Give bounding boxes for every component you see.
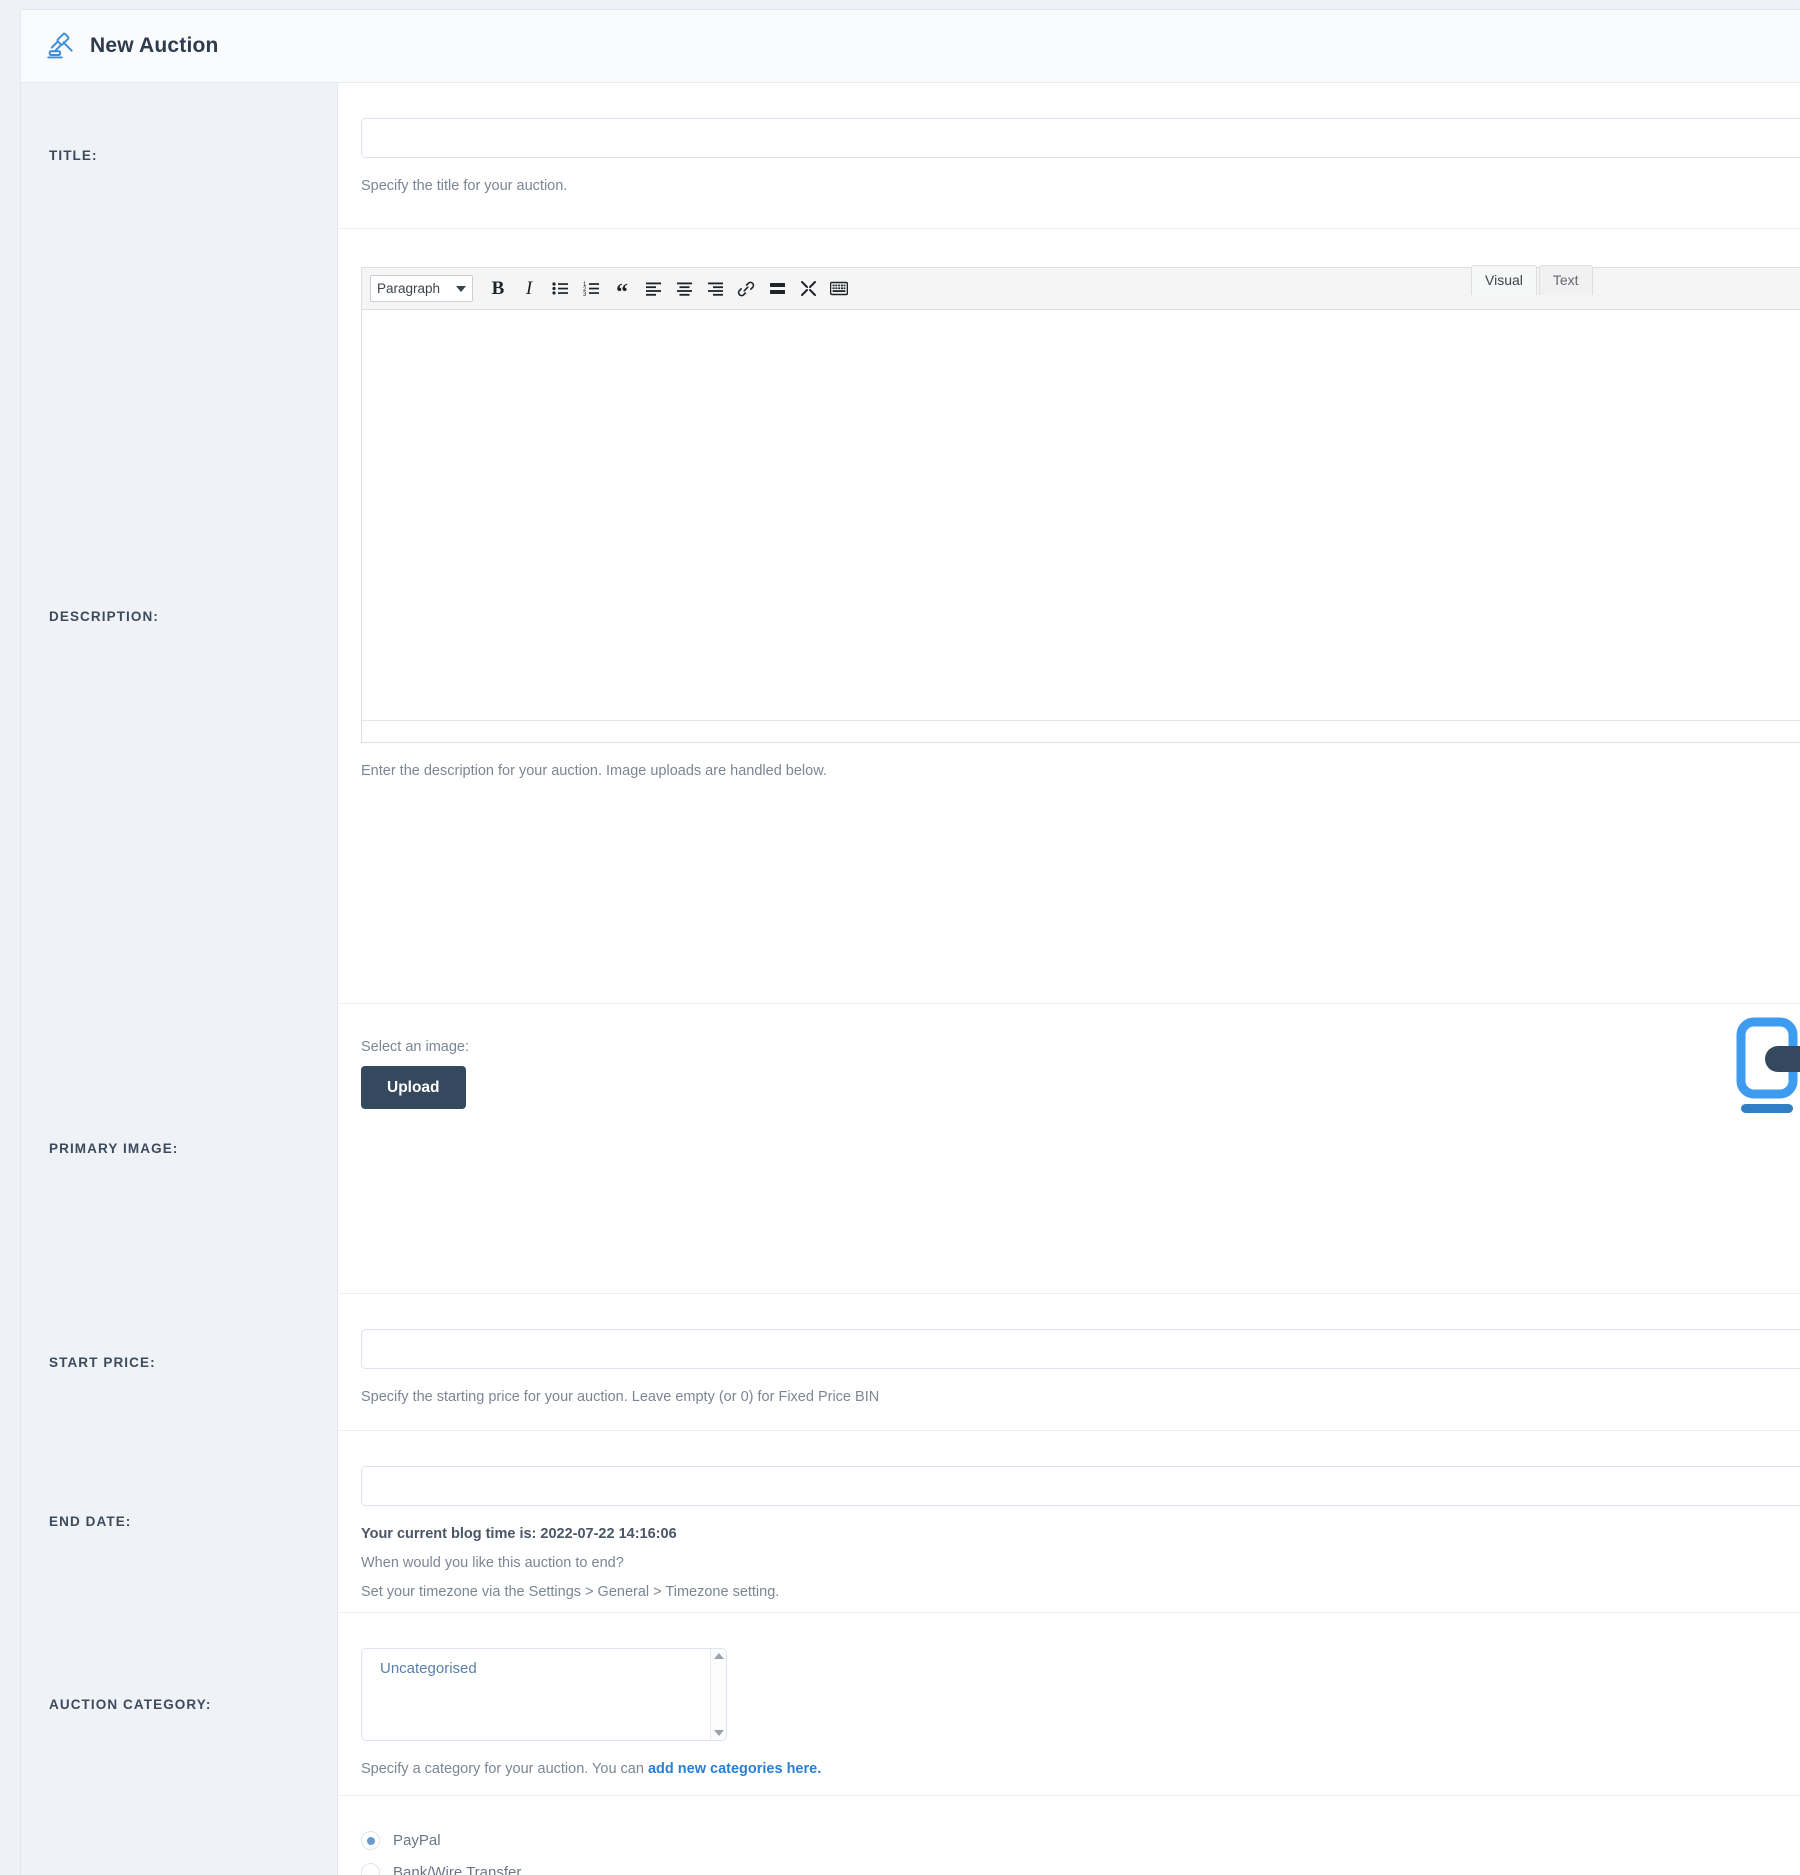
- category-option-uncategorised[interactable]: Uncategorised: [362, 1649, 726, 1677]
- add-new-categories-link[interactable]: add new categories here.: [648, 1761, 821, 1777]
- form-row-primary-image: PRIMARY IMAGE: Select an image: Upload: [21, 1004, 1800, 1294]
- scroll-down-icon[interactable]: [714, 1730, 724, 1736]
- description-help-text: Enter the description for your auction. …: [361, 761, 1800, 783]
- field-cell-title: Specify the title for your auction.: [338, 83, 1800, 228]
- page-title: New Auction: [90, 34, 219, 58]
- new-auction-card: New Auction TITLE: Specify the title for…: [20, 9, 1800, 1875]
- format-select[interactable]: Paragraph: [370, 275, 473, 302]
- chevron-down-icon: [456, 286, 466, 292]
- form-row-end-date: END DATE: Your current blog time is: 202…: [21, 1431, 1800, 1613]
- fullscreen-button[interactable]: [794, 275, 822, 303]
- field-label-start-price: START PRICE:: [49, 1355, 156, 1370]
- end-date-blog-time: Your current blog time is: 2022-07-22 14…: [361, 1524, 1800, 1546]
- keyboard-icon[interactable]: [825, 275, 853, 303]
- field-label-primary-image: PRIMARY IMAGE:: [49, 1141, 178, 1156]
- tab-visual[interactable]: Visual: [1471, 265, 1537, 295]
- description-editor: Visual Text Paragraph B I: [361, 264, 1800, 743]
- field-cell-description: Visual Text Paragraph B I: [338, 229, 1800, 1003]
- title-help-text: Specify the title for your auction.: [361, 176, 1800, 198]
- label-cell-auction-category: AUCTION CATEGORY:: [21, 1613, 338, 1795]
- field-label-title: TITLE:: [49, 148, 98, 163]
- app-page: New Auction TITLE: Specify the title for…: [0, 0, 1800, 1875]
- form-row-title: TITLE: Specify the title for your auctio…: [21, 83, 1800, 229]
- align-right-button[interactable]: [701, 275, 729, 303]
- end-date-input[interactable]: [361, 1466, 1800, 1506]
- form-row-payment-method: PayPal Bank/Wire Transfer: [21, 1796, 1800, 1875]
- auction-category-listbox[interactable]: Uncategorised: [361, 1648, 727, 1741]
- end-date-timezone-hint: Set your timezone via the Settings > Gen…: [361, 1582, 1800, 1604]
- tab-text[interactable]: Text: [1539, 265, 1593, 295]
- label-cell-end-date: END DATE:: [21, 1431, 338, 1612]
- numbered-list-button[interactable]: 1 2 3: [577, 275, 605, 303]
- auction-category-help-prefix: Specify a category for your auction. You…: [361, 1761, 648, 1777]
- field-label-end-date: END DATE:: [49, 1514, 131, 1529]
- align-left-button[interactable]: [639, 275, 667, 303]
- auction-form: TITLE: Specify the title for your auctio…: [21, 83, 1800, 1875]
- label-cell-start-price: START PRICE:: [21, 1294, 338, 1430]
- label-cell-primary-image: PRIMARY IMAGE:: [21, 1004, 338, 1293]
- editor-tab-list: Visual Text: [1471, 262, 1593, 294]
- field-cell-start-price: Specify the starting price for your auct…: [338, 1294, 1800, 1430]
- form-row-description: DESCRIPTION: Visual Text Paragraph: [21, 229, 1800, 1004]
- field-cell-auction-category: Uncategorised Specify a category for you…: [338, 1613, 1800, 1795]
- payment-option-label-paypal: PayPal: [393, 1832, 441, 1849]
- category-scrollbar[interactable]: [710, 1649, 726, 1740]
- field-cell-primary-image: Select an image: Upload: [338, 1004, 1800, 1293]
- title-input[interactable]: [361, 118, 1800, 158]
- label-cell-title: TITLE:: [21, 83, 338, 228]
- field-cell-payment-method: PayPal Bank/Wire Transfer: [338, 1796, 1800, 1875]
- form-row-start-price: START PRICE: Specify the starting price …: [21, 1294, 1800, 1431]
- bulleted-list-button[interactable]: [546, 275, 574, 303]
- field-label-description: DESCRIPTION:: [49, 609, 159, 624]
- upload-button[interactable]: Upload: [361, 1066, 466, 1109]
- start-price-help-text: Specify the starting price for your auct…: [361, 1387, 1800, 1409]
- label-cell-payment-method: [21, 1796, 338, 1875]
- field-cell-end-date: Your current blog time is: 2022-07-22 14…: [338, 1431, 1800, 1612]
- payment-option-paypal[interactable]: PayPal: [361, 1831, 1800, 1850]
- read-more-button[interactable]: [763, 275, 791, 303]
- start-price-input[interactable]: [361, 1329, 1800, 1369]
- align-center-button[interactable]: [670, 275, 698, 303]
- editor-status-bar: [362, 720, 1800, 742]
- radio-paypal[interactable]: [361, 1831, 380, 1850]
- editor-content-area[interactable]: [362, 310, 1800, 720]
- editor-box: Paragraph B I: [361, 267, 1800, 743]
- format-select-value: Paragraph: [377, 281, 440, 296]
- field-label-auction-category: AUCTION CATEGORY:: [49, 1697, 211, 1712]
- gavel-icon: [46, 31, 76, 61]
- bold-button[interactable]: B: [484, 275, 512, 303]
- card-header: New Auction: [21, 10, 1800, 83]
- svg-text:3: 3: [583, 292, 587, 297]
- insert-link-button[interactable]: [732, 275, 760, 303]
- end-date-question: When would you like this auction to end?: [361, 1553, 1800, 1575]
- radio-bank-wire[interactable]: [361, 1863, 380, 1875]
- payment-option-bank-wire[interactable]: Bank/Wire Transfer: [361, 1863, 1800, 1875]
- blockquote-button[interactable]: “: [608, 275, 636, 303]
- label-cell-description: DESCRIPTION:: [21, 229, 338, 1003]
- auction-category-help-text: Specify a category for your auction. You…: [361, 1759, 1800, 1781]
- scroll-up-icon[interactable]: [714, 1653, 724, 1659]
- italic-button[interactable]: I: [515, 275, 543, 303]
- form-row-auction-category: AUCTION CATEGORY: Uncategorised Specify …: [21, 1613, 1800, 1796]
- payment-option-label-bank-wire: Bank/Wire Transfer: [393, 1864, 521, 1875]
- select-image-text: Select an image:: [361, 1039, 1800, 1055]
